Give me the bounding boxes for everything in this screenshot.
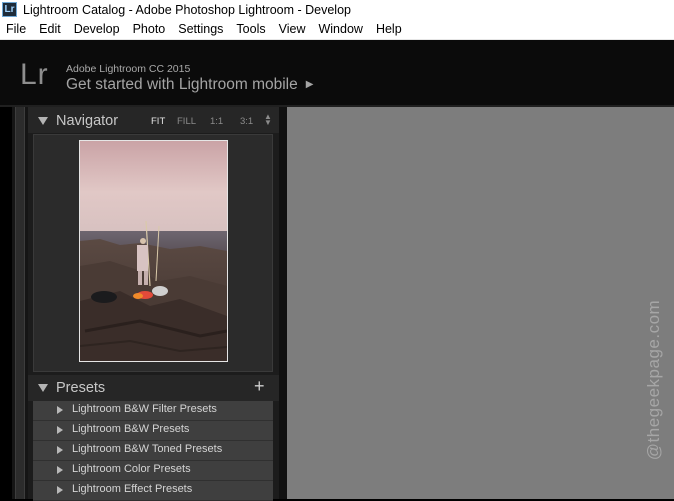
presets-title: Presets bbox=[56, 380, 106, 396]
collapse-triangle-icon[interactable] bbox=[38, 384, 48, 392]
zoom-1-1-button[interactable]: 1:1 bbox=[210, 116, 223, 127]
preset-folder-bw-filter[interactable]: Lightroom B&W Filter Presets bbox=[33, 401, 273, 421]
preset-folder-label: Lightroom B&W Filter Presets bbox=[72, 403, 217, 415]
collapse-triangle-icon[interactable] bbox=[38, 117, 48, 125]
navigator-preview-area[interactable] bbox=[33, 134, 273, 372]
menu-tools[interactable]: Tools bbox=[230, 22, 272, 36]
menu-photo[interactable]: Photo bbox=[127, 22, 173, 36]
preset-folder-color[interactable]: Lightroom Color Presets bbox=[33, 461, 273, 481]
navigator-title: Navigator bbox=[56, 113, 119, 129]
expand-triangle-icon[interactable] bbox=[57, 466, 63, 474]
mobile-prompt-link[interactable]: Get started with Lightroom mobile ▶ bbox=[66, 76, 313, 94]
menu-edit[interactable]: Edit bbox=[33, 22, 68, 36]
product-version: Adobe Lightroom CC 2015 bbox=[66, 63, 191, 75]
preset-folder-effect[interactable]: Lightroom Effect Presets bbox=[33, 481, 273, 501]
panel-divider bbox=[279, 107, 287, 499]
photo-thumbnail-image bbox=[80, 141, 227, 361]
add-preset-plus-icon[interactable]: + bbox=[254, 376, 265, 397]
play-arrow-icon: ▶ bbox=[305, 79, 314, 90]
menu-view[interactable]: View bbox=[273, 22, 313, 36]
preset-folder-bw-toned[interactable]: Lightroom B&W Toned Presets bbox=[33, 441, 273, 461]
lightroom-app-icon: Lr bbox=[2, 2, 17, 17]
left-panel-toggle[interactable] bbox=[12, 107, 28, 499]
panel-edge-strip bbox=[15, 107, 25, 499]
zoom-fit-button[interactable]: FIT bbox=[151, 116, 165, 127]
photo-thumbnail[interactable] bbox=[79, 140, 228, 362]
menu-file[interactable]: File bbox=[0, 22, 33, 36]
preset-folder-label: Lightroom B&W Toned Presets bbox=[72, 443, 223, 455]
navigator-header[interactable]: Navigator FIT FILL 1:1 3:1 ▲ ▼ bbox=[28, 107, 279, 133]
window-title: Lightroom Catalog - Adobe Photoshop Ligh… bbox=[23, 2, 351, 17]
preset-folder-bw[interactable]: Lightroom B&W Presets bbox=[33, 421, 273, 441]
preset-folder-label: Lightroom B&W Presets bbox=[72, 423, 190, 435]
left-panel: Navigator FIT FILL 1:1 3:1 ▲ ▼ Presets +… bbox=[28, 107, 279, 501]
menu-bar: File Edit Develop Photo Settings Tools V… bbox=[0, 19, 674, 40]
menu-settings[interactable]: Settings bbox=[172, 22, 230, 36]
mobile-prompt-text: Get started with Lightroom mobile bbox=[66, 76, 298, 93]
preset-folder-list: Lightroom B&W Filter Presets Lightroom B… bbox=[33, 401, 273, 501]
title-bar: Lr Lightroom Catalog - Adobe Photoshop L… bbox=[0, 0, 674, 19]
menu-window[interactable]: Window bbox=[312, 22, 369, 36]
menu-help[interactable]: Help bbox=[370, 22, 409, 36]
develop-canvas[interactable] bbox=[287, 107, 674, 499]
preset-folder-label: Lightroom Color Presets bbox=[72, 463, 191, 475]
expand-triangle-icon[interactable] bbox=[57, 406, 63, 414]
zoom-fill-button[interactable]: FILL bbox=[177, 116, 196, 127]
watermark-text: @thegeekpage.com bbox=[644, 299, 663, 461]
zoom-3-1-button[interactable]: 3:1 bbox=[240, 116, 253, 127]
presets-header[interactable]: Presets + bbox=[28, 375, 279, 401]
zoom-stepper-icon[interactable]: ▲ ▼ bbox=[264, 113, 272, 127]
expand-triangle-icon[interactable] bbox=[57, 426, 63, 434]
expand-triangle-icon[interactable] bbox=[57, 446, 63, 454]
lightroom-logo: Lr bbox=[20, 58, 49, 91]
menu-develop[interactable]: Develop bbox=[68, 22, 127, 36]
expand-triangle-icon[interactable] bbox=[57, 486, 63, 494]
preset-folder-label: Lightroom Effect Presets bbox=[72, 483, 193, 495]
